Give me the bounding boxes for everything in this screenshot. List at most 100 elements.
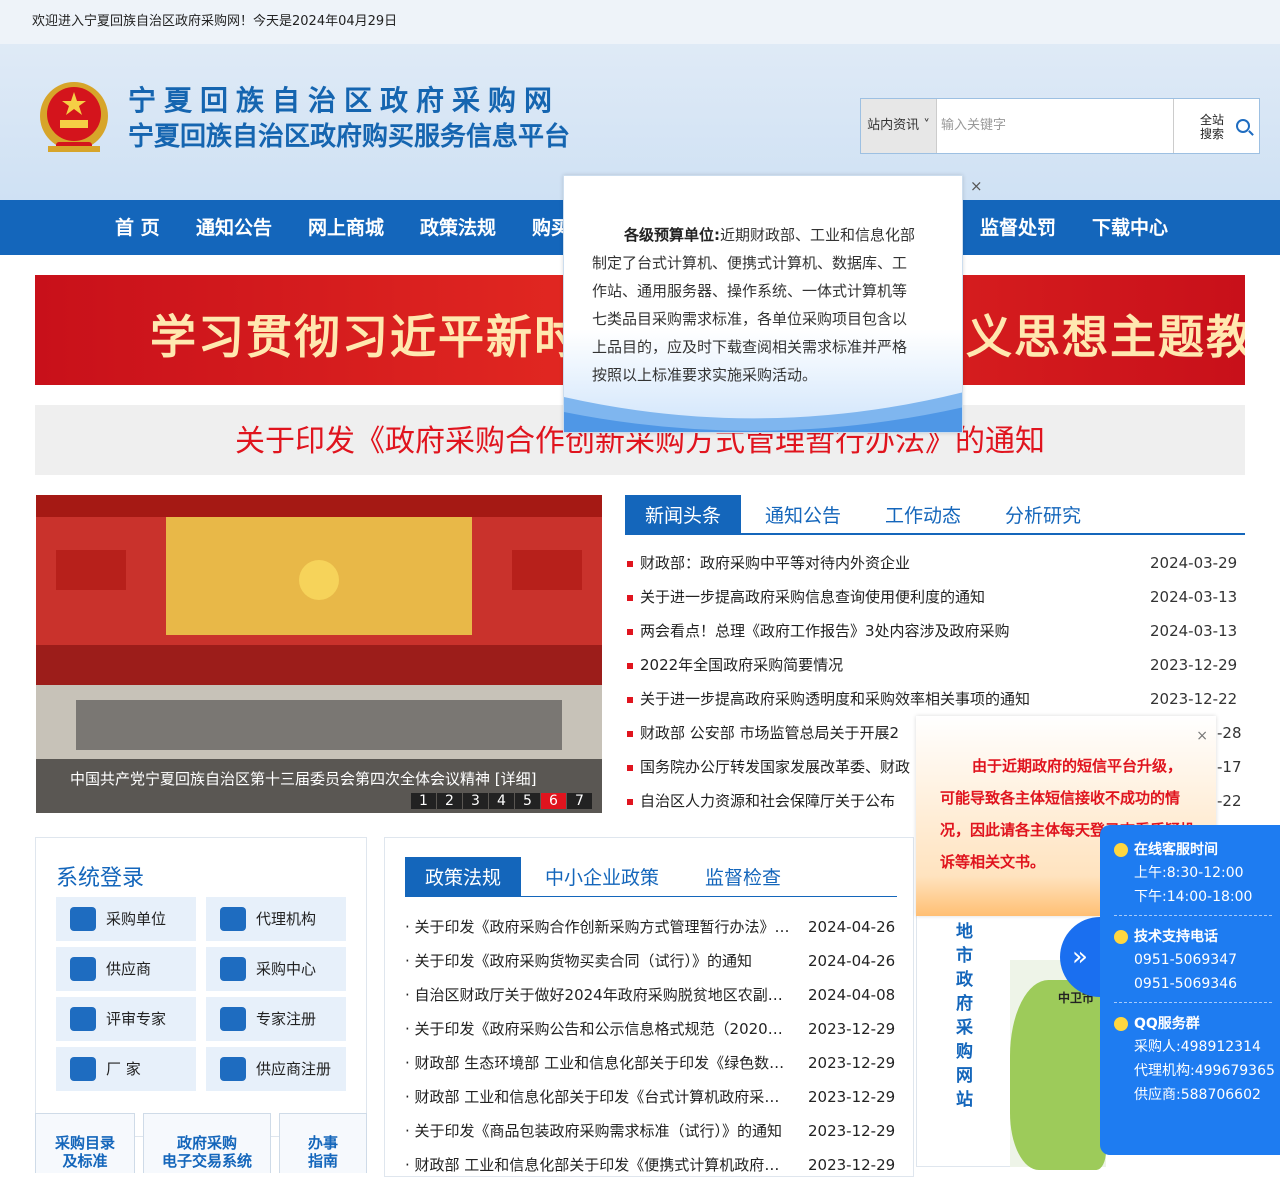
- nav-policy[interactable]: 政策法规: [420, 200, 496, 257]
- search-icon: [1236, 119, 1250, 133]
- online-service-title: 在线客服时间: [1114, 839, 1280, 861]
- online-hours-am: 上午:8:30-12:00: [1134, 865, 1244, 881]
- nav-home[interactable]: 首 页: [115, 200, 160, 257]
- bullet-icon: [627, 561, 633, 567]
- map-region[interactable]: [1010, 980, 1106, 1170]
- login-expert-button[interactable]: 评审专家: [56, 997, 196, 1041]
- list-item[interactable]: · 财政部 生态环境部 工业和信息化部关于印发《绿色数据中心政府采购需求标准》的…: [405, 1046, 897, 1080]
- list-item[interactable]: 财政部：政府采购中平等对待内外资企业 2024-03-29: [625, 546, 1245, 580]
- site-subtitle: 宁夏回族自治区政府购买服务信息平台: [128, 122, 571, 152]
- supplier-register-button[interactable]: 供应商注册: [206, 1047, 346, 1091]
- pager-3[interactable]: 3: [463, 793, 488, 809]
- manufacturer-icon: [70, 1057, 96, 1081]
- city-sites-title: 地市政府采购网站: [956, 922, 973, 1110]
- news-title[interactable]: 2022年全国政府采购简要情况: [640, 648, 843, 682]
- tab-analysis[interactable]: 分析研究: [1005, 495, 1081, 535]
- popup-text: 近期财政部、工业和信息化部制定了台式计算机、便携式计算机、数据库、工作站、通用服…: [592, 226, 916, 384]
- welcome-text: 欢迎进入宁夏回族自治区政府采购网！今天是2024年04月29日: [32, 14, 398, 29]
- tab-policy[interactable]: 政策法规: [405, 857, 522, 897]
- close-icon[interactable]: ×: [1196, 720, 1208, 752]
- list-item[interactable]: · 关于印发《政府采购公告和公示信息格式规范（2020年版）》的通知2023-1…: [405, 1012, 897, 1046]
- bullet-icon: [627, 799, 633, 805]
- catalog-standards-link[interactable]: 采购目录 及标准: [35, 1113, 135, 1173]
- qq-group-purchaser: 采购人:498912314: [1134, 1039, 1261, 1055]
- news-date: 2024-03-13: [1150, 588, 1238, 606]
- pager-6[interactable]: 6: [541, 793, 566, 809]
- news-title[interactable]: 财政部：政府采购中平等对待内外资企业: [640, 546, 910, 580]
- news-title[interactable]: 关于进一步提高政府采购信息查询使用便利度的通知: [640, 580, 985, 614]
- policy-list: · 关于印发《政府采购合作创新采购方式管理暂行办法》的通知 2024-04-26 …: [405, 910, 897, 1182]
- pager-2[interactable]: 2: [437, 793, 462, 809]
- center-icon: [220, 957, 246, 981]
- login-purchaser-button[interactable]: 采购单位: [56, 897, 196, 941]
- list-item[interactable]: 2022年全国政府采购简要情况 2023-12-29: [625, 648, 1245, 682]
- list-item[interactable]: 关于进一步提高政府采购信息查询使用便利度的通知 2024-03-13: [625, 580, 1245, 614]
- pager-1[interactable]: 1: [411, 793, 436, 809]
- bullet-icon: [627, 663, 633, 669]
- news-tabs: 新闻头条 通知公告 工作动态 分析研究: [625, 495, 1245, 535]
- divider: [1114, 1002, 1272, 1003]
- nav-download[interactable]: 下载中心: [1092, 200, 1168, 257]
- tab-headlines[interactable]: 新闻头条: [625, 495, 742, 535]
- tab-inspection[interactable]: 监督检查: [705, 857, 781, 897]
- bullet-icon: [627, 595, 633, 601]
- person-icon: [1114, 843, 1128, 857]
- pager-5[interactable]: 5: [515, 793, 540, 809]
- tab-notices[interactable]: 通知公告: [765, 495, 841, 535]
- list-item[interactable]: 两会看点！总理《政府工作报告》3处内容涉及政府采购 2024-03-13: [625, 614, 1245, 648]
- tech-support-title: 技术支持电话: [1114, 926, 1280, 948]
- expert-register-button[interactable]: 专家注册: [206, 997, 346, 1041]
- news-date: -22: [1217, 792, 1242, 810]
- list-item[interactable]: · 财政部 工业和信息化部关于印发《台式计算机政府采购需求标准》的通知2023-…: [405, 1080, 897, 1114]
- list-item[interactable]: · 关于印发《政府采购货物买卖合同（试行）》的通知 2024-04-26: [405, 944, 897, 978]
- slider-pager: 1 2 3 4 5 6 7: [410, 793, 592, 809]
- tech-phone-1: 0951-5069347: [1134, 952, 1238, 968]
- news-date: 2023-12-22: [1150, 690, 1238, 708]
- customer-service-panel: 在线客服时间 上午:8:30-12:00 下午:14:00-18:00 技术支持…: [1100, 825, 1280, 1155]
- agency-icon: [220, 907, 246, 931]
- popup-wave-decoration: [564, 392, 962, 432]
- nav-supervision[interactable]: 监督处罚: [980, 200, 1056, 257]
- nav-mall[interactable]: 网上商城: [308, 200, 384, 257]
- guide-link[interactable]: 办事 指南: [279, 1113, 367, 1173]
- news-date: 2023-12-29: [1150, 656, 1238, 674]
- list-item[interactable]: · 自治区财政厅关于做好2024年政府采购脱贫地区农副产品工作的通知2024-0…: [405, 978, 897, 1012]
- search-scope-select[interactable]: 站内资讯 ˅: [861, 99, 937, 153]
- national-emblem-logo: [40, 82, 108, 152]
- news-date: 2024-03-29: [1150, 554, 1238, 572]
- pager-4[interactable]: 4: [489, 793, 514, 809]
- news-title[interactable]: 两会看点！总理《政府工作报告》3处内容涉及政府采购: [640, 614, 1010, 648]
- login-title: 系统登录: [56, 866, 145, 891]
- list-item[interactable]: · 关于印发《政府采购合作创新采购方式管理暂行办法》的通知 2024-04-26: [405, 910, 897, 944]
- news-photo-slider[interactable]: 中国共产党宁夏回族自治区第十三届委员会第四次全体会议精神 [详细] 1 2 3 …: [36, 495, 602, 813]
- news-title[interactable]: 关于进一步提高政府采购透明度和采购效率相关事项的通知: [640, 682, 1030, 716]
- pager-7[interactable]: 7: [567, 793, 592, 809]
- bullet-icon: [627, 765, 633, 771]
- online-hours-pm: 下午:14:00-18:00: [1134, 889, 1253, 905]
- e-trading-system-link[interactable]: 政府采购 电子交易系统: [143, 1113, 271, 1173]
- tab-sme-policy[interactable]: 中小企业政策: [545, 857, 659, 897]
- popup-close-icon[interactable]: ×: [970, 177, 983, 195]
- purchaser-icon: [70, 907, 96, 931]
- qq-group-supplier: 供应商:588706602: [1134, 1087, 1261, 1103]
- search-input[interactable]: 输入关键字: [939, 99, 1173, 153]
- news-title[interactable]: 财政部 公安部 市场监管总局关于开展2: [640, 716, 899, 750]
- news-date: -28: [1217, 724, 1242, 742]
- expert-icon: [70, 1007, 96, 1031]
- nav-notices[interactable]: 通知公告: [196, 200, 272, 257]
- login-center-button[interactable]: 采购中心: [206, 947, 346, 991]
- qq-group-agency: 代理机构:499679365: [1134, 1063, 1275, 1079]
- search-button[interactable]: 全站 搜索: [1173, 99, 1259, 153]
- news-date: -17: [1217, 758, 1242, 776]
- list-item[interactable]: 关于进一步提高政府采购透明度和采购效率相关事项的通知 2023-12-22: [625, 682, 1245, 716]
- login-supplier-button[interactable]: 供应商: [56, 947, 196, 991]
- budget-notice-popup: 各级预算单位:近期财政部、工业和信息化部制定了台式计算机、便携式计算机、数据库、…: [563, 175, 963, 433]
- login-manufacturer-button[interactable]: 厂 家: [56, 1047, 196, 1091]
- tab-work-updates[interactable]: 工作动态: [885, 495, 961, 535]
- news-title[interactable]: 国务院办公厅转发国家发展改革委、财政: [640, 750, 910, 784]
- search-button-label-1: 全站: [1200, 113, 1225, 127]
- list-item[interactable]: · 关于印发《商品包装政府采购需求标准（试行）》的通知 2023-12-29: [405, 1114, 897, 1148]
- news-title[interactable]: 自治区人力资源和社会保障厅关于公布: [640, 784, 895, 818]
- list-item[interactable]: · 财政部 工业和信息化部关于印发《便携式计算机政府采购需求标准》的通知2023…: [405, 1148, 897, 1182]
- login-agency-button[interactable]: 代理机构: [206, 897, 346, 941]
